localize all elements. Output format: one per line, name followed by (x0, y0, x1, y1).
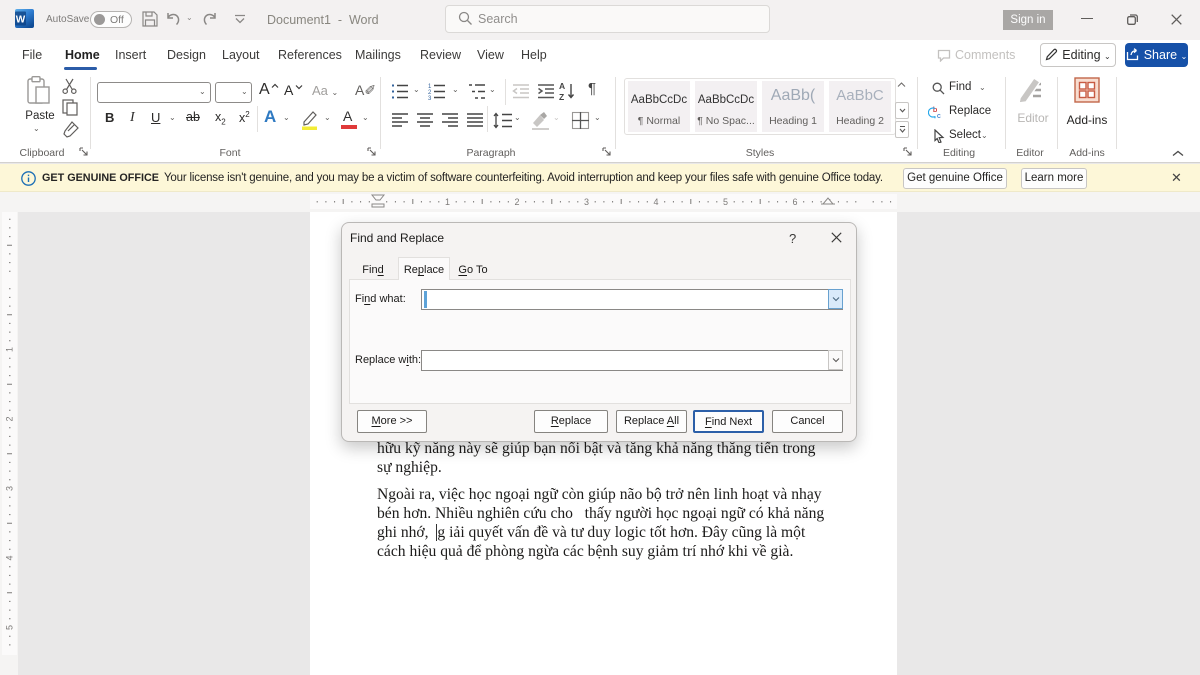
svg-text:4: 4 (653, 197, 658, 207)
svg-text:1: 1 (445, 197, 450, 207)
svg-text:c: c (937, 111, 941, 120)
svg-text:4: 4 (5, 555, 15, 560)
svg-text:3: 3 (584, 197, 589, 207)
svg-text:A: A (559, 81, 565, 91)
svg-text:3: 3 (5, 486, 15, 491)
svg-text:6: 6 (792, 197, 797, 207)
svg-text:2: 2 (514, 197, 519, 207)
svg-text:Z: Z (559, 92, 564, 101)
svg-text:W: W (16, 15, 26, 26)
svg-text:3: 3 (428, 96, 432, 100)
svg-text:5: 5 (5, 625, 15, 630)
svg-text:1: 1 (5, 347, 15, 352)
svg-text:2: 2 (5, 416, 15, 421)
svg-text:5: 5 (723, 197, 728, 207)
